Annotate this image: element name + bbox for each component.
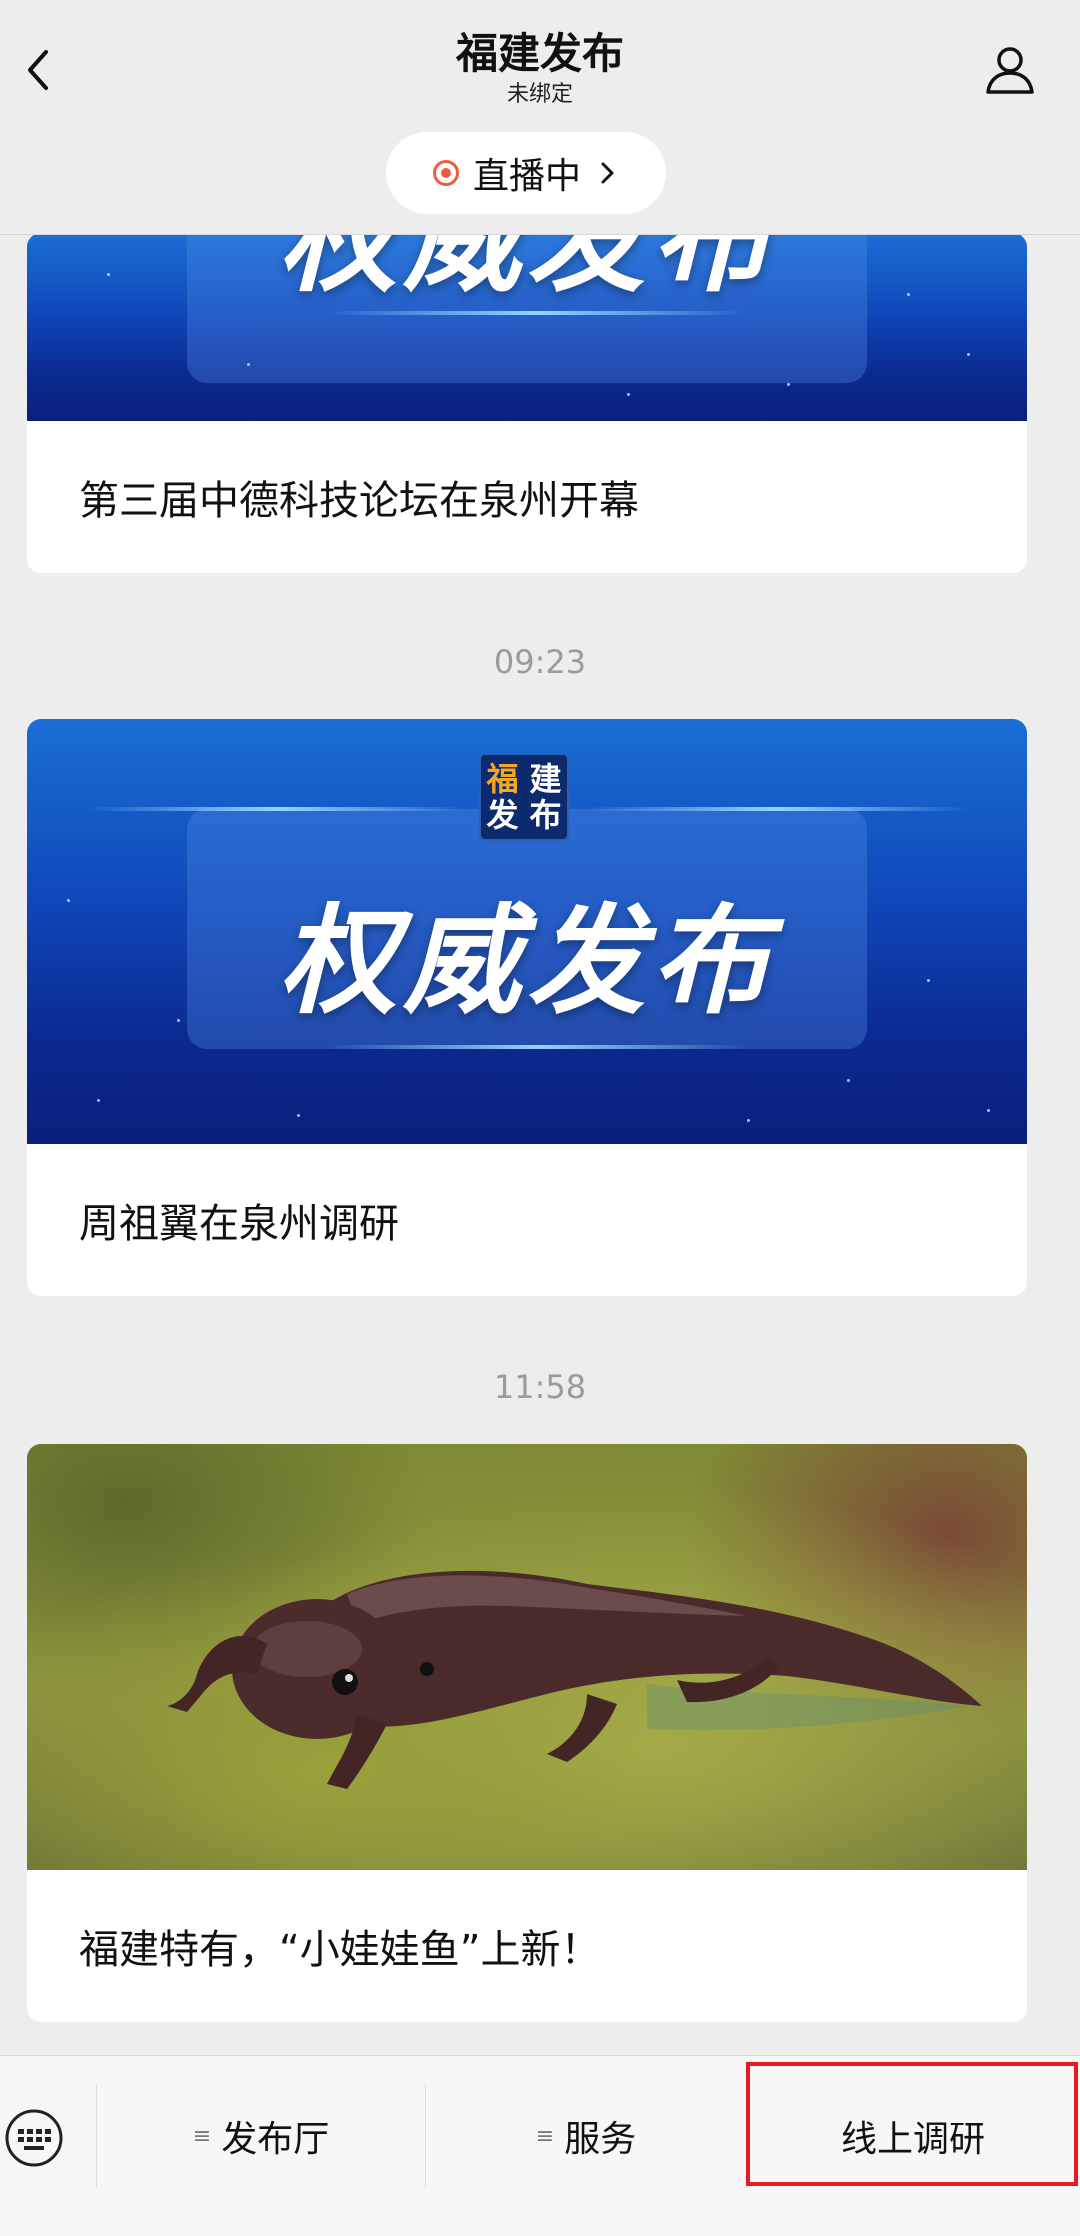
menu-tab-label: 发布厅 [221,2119,330,2160]
article-banner: 权威发布 [27,235,1027,421]
keyboard-icon[interactable] [4,2108,64,2168]
live-button[interactable]: 直播中 [386,132,666,214]
menu-tab-fuwu[interactable]: ≡ 服务 [426,2086,746,2186]
title-block: 福建发布 未绑定 [0,28,1080,110]
banner-headline: 权威发布 [278,235,775,308]
article-title: 周祖翼在泉州调研 [79,1201,399,1247]
live-label: 直播中 [472,156,581,197]
menu-tab-label: 服务 [564,2119,637,2160]
banner-headline: 权威发布 [278,892,775,1030]
live-dot-icon [432,160,459,186]
article-banner: 福建 发布 权威发布 [27,719,1027,1144]
article-title: 福建特有，“小娃娃鱼”上新！ [79,1927,601,1973]
page-title: 福建发布 [455,29,624,78]
chat-header: 福建发布 未绑定 直播中 [0,0,1080,235]
message-feed[interactable]: 权威发布 第三届中德科技论坛在泉州开幕 09:23 福建 发布 权威发布 周祖翼… [0,235,1080,2055]
message-timestamp: 09:23 [493,643,587,681]
fujian-fabu-logo: 福建 发布 [479,753,569,841]
message-timestamp: 11:58 [493,1368,587,1406]
binding-status: 未绑定 [506,82,573,107]
menu-list-icon: ≡ [535,2123,555,2149]
article-card[interactable]: 权威发布 第三届中德科技论坛在泉州开幕 [27,235,1027,573]
salamander-illustration [167,1570,982,1789]
article-title: 第三届中德科技论坛在泉州开幕 [79,478,639,524]
menu-tab-fabuting[interactable]: ≡ 发布厅 [96,2086,426,2186]
salamander-photo [27,1444,1027,1870]
highlight-box [746,2062,1078,2186]
article-card[interactable]: 福建 发布 权威发布 周祖翼在泉州调研 [27,719,1027,1296]
menu-list-icon: ≡ [192,2123,212,2149]
profile-icon[interactable] [980,40,1040,100]
chevron-right-icon [601,162,614,184]
bottom-menu-bar: ≡ 发布厅 ≡ 服务 线上调研 [0,2055,1080,2236]
article-card[interactable]: 福建特有，“小娃娃鱼”上新！ [27,1444,1027,2022]
